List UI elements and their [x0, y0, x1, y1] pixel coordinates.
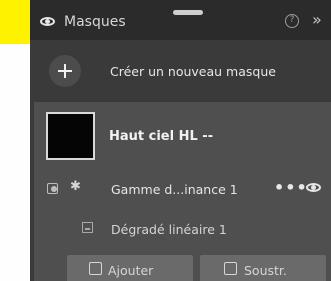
panel-drag-handle[interactable]: [173, 10, 203, 15]
component-label: Gamme d...inance 1: [111, 182, 238, 197]
mask-name: Haut ciel HL --: [109, 129, 214, 144]
panel-visibility-eye-icon[interactable]: [40, 17, 55, 26]
add-mask-icon: [89, 262, 102, 275]
subtract-mask-icon: [224, 262, 237, 275]
component-visibility-eye-icon[interactable]: [306, 183, 321, 192]
panel-header: Masques ? »: [30, 0, 331, 40]
mask-group: Haut ciel HL -- ✱ Gamme d...inance 1 •••…: [34, 102, 331, 281]
mask-component-luminance-range[interactable]: ✱ Gamme d...inance 1 •••: [34, 171, 331, 204]
expand-panel-icon[interactable]: »: [312, 12, 322, 28]
mask-item[interactable]: Haut ciel HL --: [34, 102, 331, 171]
mask-component-linear-gradient[interactable]: Dégradé linéaire 1: [34, 209, 331, 242]
range-tool-icon: ✱: [70, 179, 81, 194]
mask-thumbnail[interactable]: [46, 112, 95, 160]
component-label: Dégradé linéaire 1: [111, 222, 227, 237]
linear-gradient-icon: [82, 222, 93, 233]
mask-overlay-icon[interactable]: [47, 183, 58, 194]
masks-panel: Masques ? » Créer un nouveau masque Haut…: [30, 0, 331, 281]
create-mask-label: Créer un nouveau masque: [110, 64, 276, 79]
add-button-label: Ajouter: [108, 263, 154, 278]
more-options-icon[interactable]: •••: [274, 178, 308, 197]
add-button[interactable]: Ajouter: [67, 255, 193, 281]
panel-title: Masques: [64, 14, 126, 30]
subtract-button[interactable]: Soustr.: [200, 255, 326, 281]
subtract-button-label: Soustr.: [244, 263, 287, 278]
plus-icon: [49, 55, 81, 87]
help-icon[interactable]: ?: [285, 14, 299, 28]
create-new-mask-button[interactable]: Créer un nouveau masque: [30, 41, 331, 100]
